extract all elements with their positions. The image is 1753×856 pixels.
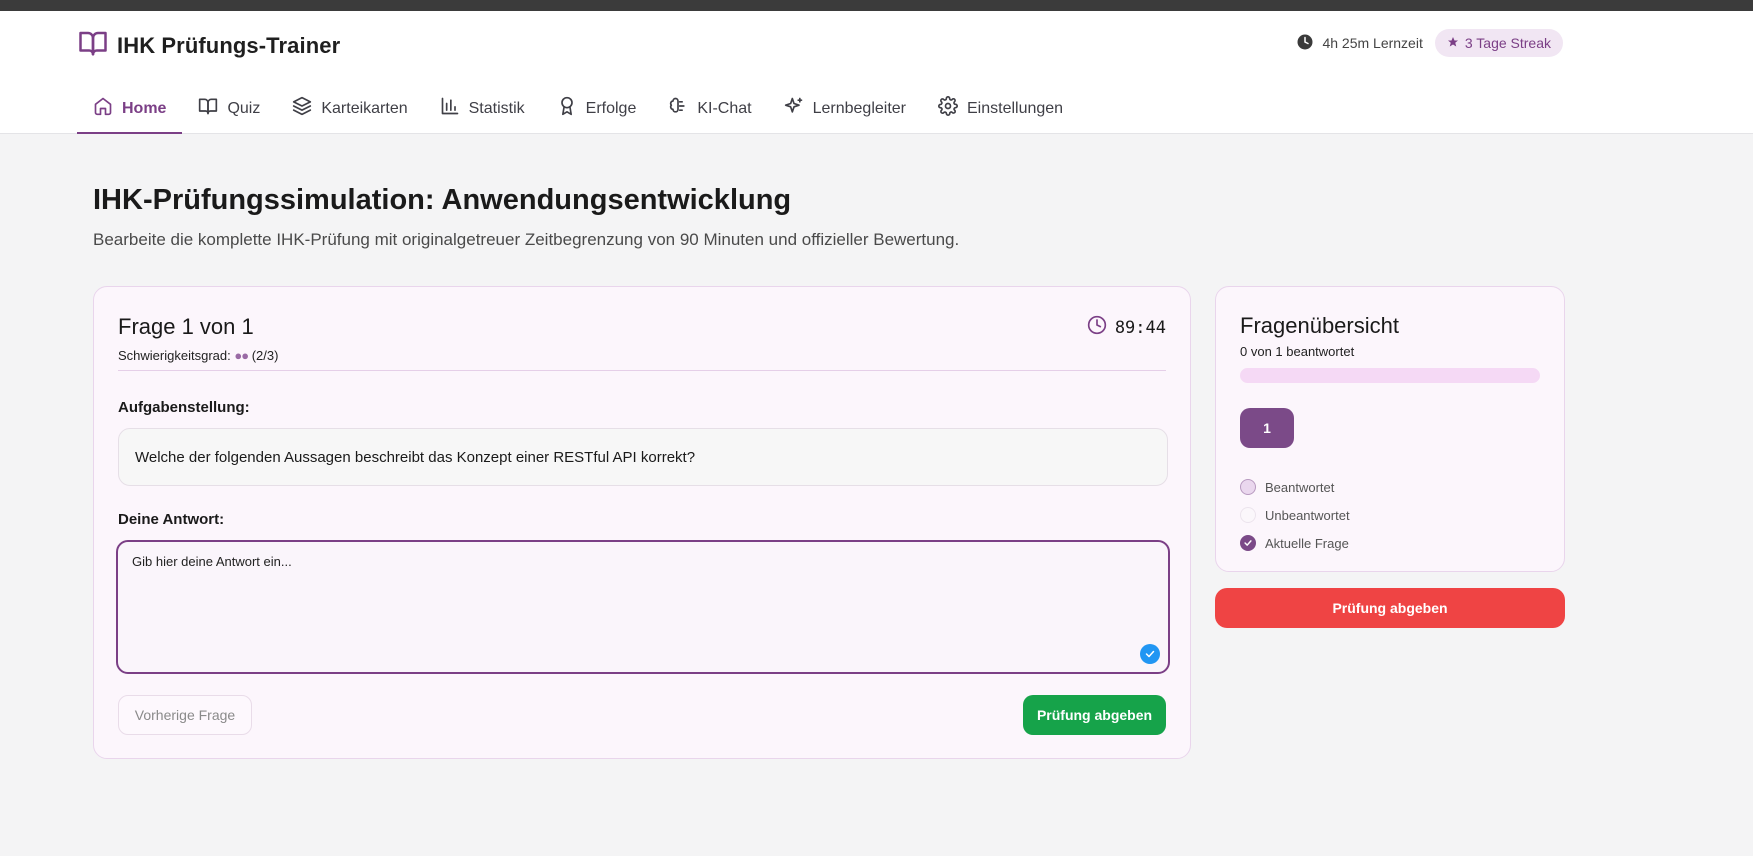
nav-label-home: Home xyxy=(122,99,167,117)
book-open-icon xyxy=(198,96,218,121)
divider xyxy=(118,370,1166,371)
status-legend: Beantwortet Unbeantwortet Aktuelle Frage xyxy=(1240,473,1350,557)
legend-unanswered-label: Unbeantwortet xyxy=(1265,507,1350,523)
layers-icon xyxy=(292,96,312,121)
grammar-check-icon[interactable] xyxy=(1140,644,1160,664)
sparkles-icon xyxy=(784,96,804,121)
nav-item-statistik[interactable]: Statistik xyxy=(424,83,541,134)
nav-item-karteikarten[interactable]: Karteikarten xyxy=(276,83,423,134)
answer-input[interactable] xyxy=(116,540,1170,674)
nav-item-erfolge[interactable]: Erfolge xyxy=(541,83,653,134)
browser-tab-strip xyxy=(0,0,1753,11)
answered-progress-bar xyxy=(1240,368,1540,383)
submit-exam-button-sidebar[interactable]: Prüfung abgeben xyxy=(1215,588,1565,628)
study-time: 4h 25m Lernzeit xyxy=(1296,33,1423,54)
app-title: IHK Prüfungs-Trainer xyxy=(117,32,341,58)
star-icon xyxy=(1447,35,1459,51)
nav-label-quiz: Quiz xyxy=(227,99,261,117)
question-number-button[interactable]: 1 xyxy=(1240,408,1294,448)
bar-chart-icon xyxy=(440,96,460,121)
legend-answered-label: Beantwortet xyxy=(1265,479,1335,495)
answered-count: 0 von 1 beantwortet xyxy=(1240,344,1355,359)
answer-label: Deine Antwort: xyxy=(118,511,225,528)
nav-label-ki-chat: KI-Chat xyxy=(697,99,752,117)
header-stats: 4h 25m Lernzeit 3 Tage Streak xyxy=(1296,29,1563,57)
nav-item-ki-chat[interactable]: KI-Chat xyxy=(652,83,767,134)
nav-item-lernbegleiter[interactable]: Lernbegleiter xyxy=(768,83,922,134)
question-card: Frage 1 von 1 Schwierigkeitsgrad: ●● (2/… xyxy=(93,286,1191,759)
difficulty-dots: ●● xyxy=(234,348,249,363)
top-bar: IHK Prüfungs-Trainer 4h 25m Lernzeit 3 T… xyxy=(0,11,1753,134)
study-time-label: 4h 25m Lernzeit xyxy=(1322,35,1423,51)
current-check-icon xyxy=(1240,535,1256,551)
difficulty-indicator: Schwierigkeitsgrad: ●● (2/3) xyxy=(118,348,278,363)
overview-title: Fragenübersicht xyxy=(1240,313,1399,338)
nav-label-erfolge: Erfolge xyxy=(585,99,637,117)
nav-item-home[interactable]: Home xyxy=(77,83,183,134)
page-subtitle: Bearbeite die komplette IHK-Prüfung mit … xyxy=(93,230,960,249)
difficulty-value: (2/3) xyxy=(251,348,279,363)
exam-timer: 89:44 xyxy=(1087,315,1166,340)
task-text: Welche der folgenden Aussagen beschreibt… xyxy=(118,428,1168,486)
brand[interactable]: IHK Prüfungs-Trainer xyxy=(77,28,340,63)
task-label: Aufgabenstellung: xyxy=(118,399,250,416)
legend-unanswered: Unbeantwortet xyxy=(1240,501,1350,529)
nav-label-einstellungen: Einstellungen xyxy=(967,99,1064,117)
previous-question-button[interactable]: Vorherige Frage xyxy=(118,695,252,735)
legend-current: Aktuelle Frage xyxy=(1240,529,1350,557)
nav-label-statistik: Statistik xyxy=(468,99,525,117)
legend-answered: Beantwortet xyxy=(1240,473,1350,501)
main-nav: Home Quiz Karteikarten Statistik Erfolge… xyxy=(77,83,1079,134)
question-overview-card: Fragenübersicht 0 von 1 beantwortet 1 Be… xyxy=(1215,286,1565,572)
clock-outline-icon xyxy=(1087,315,1107,340)
book-open-logo-icon xyxy=(77,28,109,63)
question-header: Frage 1 von 1 xyxy=(118,314,254,339)
award-icon xyxy=(557,96,577,121)
nav-label-karteikarten: Karteikarten xyxy=(321,99,408,117)
submit-exam-button[interactable]: Prüfung abgeben xyxy=(1023,695,1166,735)
unanswered-dot-icon xyxy=(1240,507,1256,523)
difficulty-label: Schwierigkeitsgrad: xyxy=(118,348,231,363)
legend-current-label: Aktuelle Frage xyxy=(1265,535,1349,551)
nav-item-einstellungen[interactable]: Einstellungen xyxy=(922,83,1079,134)
gear-icon xyxy=(938,96,958,121)
home-icon xyxy=(93,96,113,121)
streak-badge: 3 Tage Streak xyxy=(1434,29,1563,57)
page-title: IHK-Prüfungssimulation: Anwendungsentwic… xyxy=(93,184,792,216)
answered-dot-icon xyxy=(1240,479,1256,495)
timer-value: 89:44 xyxy=(1114,317,1166,338)
nav-label-lernbegleiter: Lernbegleiter xyxy=(812,99,906,117)
brain-icon xyxy=(668,96,688,121)
clock-icon xyxy=(1296,33,1314,54)
streak-label: 3 Tage Streak xyxy=(1464,35,1551,51)
nav-item-quiz[interactable]: Quiz xyxy=(182,83,276,134)
